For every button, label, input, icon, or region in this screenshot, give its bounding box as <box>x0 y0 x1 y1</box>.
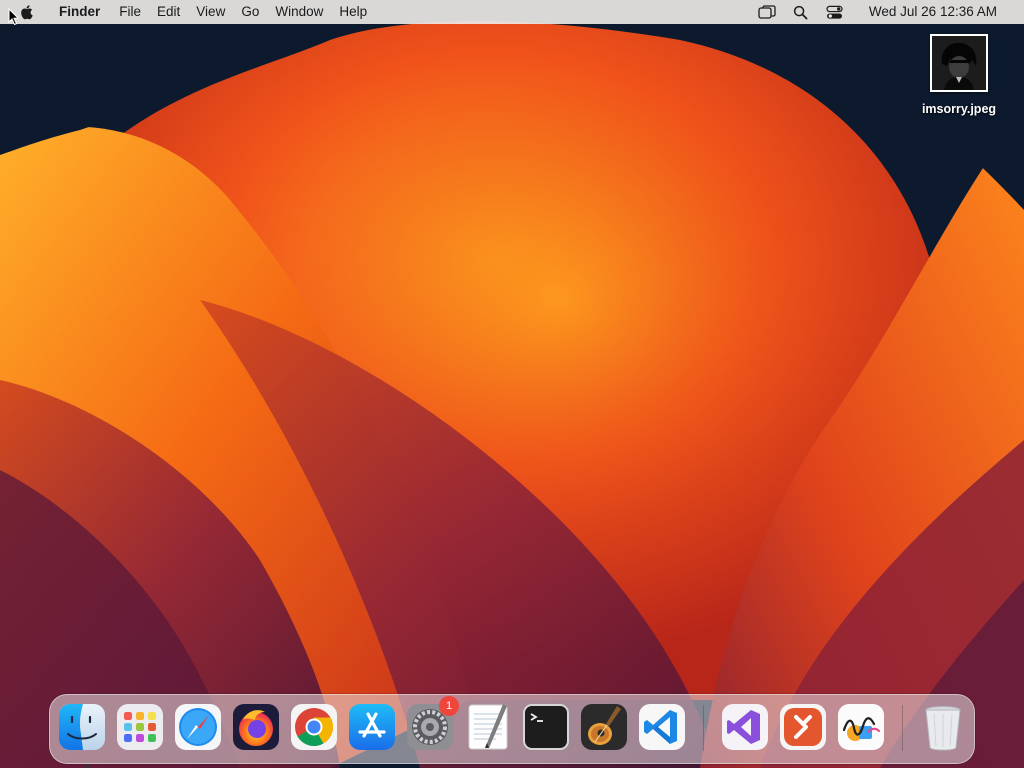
app-store-icon[interactable] <box>347 702 397 752</box>
menu-go[interactable]: Go <box>233 0 267 24</box>
mouse-cursor-icon <box>8 7 20 31</box>
system-settings-icon[interactable]: 1 <box>405 696 459 752</box>
launchpad-icon[interactable] <box>115 702 165 752</box>
finder-running-indicator <box>86 764 90 768</box>
settings-update-badge: 1 <box>439 696 459 716</box>
menu-edit[interactable]: Edit <box>149 0 188 24</box>
apple-menu-icon[interactable] <box>19 4 33 20</box>
file-name-label: imsorry.jpeg <box>921 102 997 116</box>
freeform-icon[interactable] <box>836 702 886 752</box>
menu-view[interactable]: View <box>188 0 233 24</box>
desktop-file-imsorry[interactable]: imsorry.jpeg <box>916 34 1002 116</box>
menu-help[interactable]: Help <box>331 0 375 24</box>
control-center-icon[interactable] <box>826 4 844 20</box>
menu-bar: Finder File Edit View Go Window Help Wed… <box>0 0 1024 24</box>
chrome-icon[interactable] <box>289 702 339 752</box>
garageband-icon[interactable] <box>579 702 629 752</box>
dock: 1 <box>49 694 975 768</box>
textedit-icon[interactable] <box>463 702 513 752</box>
window-icon[interactable] <box>758 4 776 20</box>
terminal-icon[interactable] <box>521 702 571 752</box>
vscode-icon[interactable] <box>637 702 687 752</box>
finder-icon[interactable] <box>57 702 107 768</box>
file-thumbnail-image <box>930 34 988 92</box>
remote-desktop-icon[interactable] <box>778 702 828 752</box>
menu-window[interactable]: Window <box>267 0 331 24</box>
dock-separator <box>703 705 704 751</box>
visual-studio-icon[interactable] <box>720 702 770 752</box>
dock-separator <box>902 705 903 751</box>
desktop-wallpaper <box>0 0 1024 768</box>
trash-icon[interactable] <box>918 702 968 752</box>
search-icon[interactable] <box>792 4 810 20</box>
menu-clock[interactable]: Wed Jul 26 12:36 AM <box>861 0 1005 24</box>
menu-file[interactable]: File <box>111 0 149 24</box>
firefox-icon[interactable] <box>231 702 281 752</box>
menu-app-finder[interactable]: Finder <box>53 0 111 24</box>
safari-icon[interactable] <box>173 702 223 752</box>
